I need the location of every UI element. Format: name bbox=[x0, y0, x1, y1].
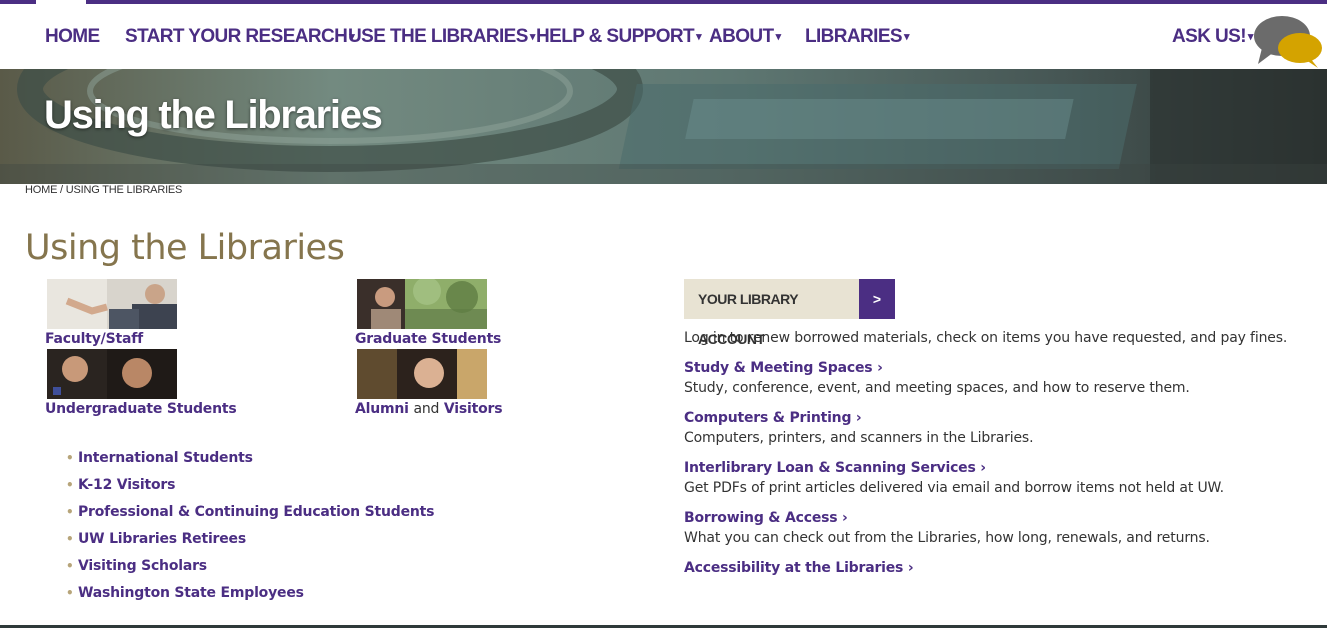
k12-visitors-link[interactable]: K-12 Visitors bbox=[78, 477, 175, 493]
nav-use-the-libraries-label: USE THE LIBRARIES bbox=[348, 26, 528, 47]
study-meeting-spaces-link[interactable]: Study & Meeting Spaces › bbox=[684, 360, 883, 376]
audience-faculty-staff[interactable]: Faculty/Staff bbox=[45, 331, 143, 347]
chevron-down-icon: ▾ bbox=[529, 31, 536, 43]
breadcrumb-current: USING THE LIBRARIES bbox=[65, 184, 183, 196]
faculty-staff-photo[interactable] bbox=[47, 279, 177, 329]
audience-graduate-students[interactable]: Graduate Students bbox=[355, 331, 501, 347]
continuing-education-students-link[interactable]: Professional & Continuing Education Stud… bbox=[78, 504, 434, 520]
nav-use-the-libraries[interactable]: USE THE LIBRARIES ▾ bbox=[348, 26, 535, 48]
chevron-down-icon: ▾ bbox=[696, 31, 702, 43]
nav-libraries-label: LIBRARIES bbox=[805, 26, 903, 47]
graduate-students-photo[interactable] bbox=[357, 279, 487, 329]
interlibrary-loan-link[interactable]: Interlibrary Loan & Scanning Services › bbox=[684, 460, 986, 476]
alumni-visitors-conjunction: and bbox=[413, 401, 440, 417]
nav-home-label: HOME bbox=[45, 26, 100, 47]
chevron-down-icon: ▾ bbox=[775, 31, 782, 43]
breadcrumb: HOME / USING THE LIBRARIES bbox=[25, 184, 182, 196]
nav-home[interactable]: HOME bbox=[45, 26, 100, 48]
library-account-label[interactable]: YOUR LIBRARY ACCOUNT bbox=[684, 279, 859, 347]
alumni-link[interactable]: Alumni bbox=[355, 401, 409, 417]
other-audiences-list: • International Students • K-12 Visitors •… bbox=[66, 450, 434, 612]
study-meeting-spaces-description: Study, conference, event, and meeting sp… bbox=[684, 380, 1190, 396]
washington-state-employees-link[interactable]: Washington State Employees bbox=[78, 585, 304, 601]
audience-undergraduate-students[interactable]: Undergraduate Students bbox=[45, 401, 237, 417]
interlibrary-loan-description: Get PDFs of print articles delivered via… bbox=[684, 480, 1224, 496]
hero-banner: Using the Libraries bbox=[0, 69, 1327, 184]
list-item: • International Students bbox=[66, 450, 434, 477]
nav-help-support[interactable]: HELP & SUPPORT ▾ bbox=[536, 26, 702, 48]
bullet-icon: • bbox=[66, 505, 74, 519]
visitors-link[interactable]: Visitors bbox=[444, 401, 503, 417]
visiting-scholars-link[interactable]: Visiting Scholars bbox=[78, 558, 207, 574]
uw-libraries-retirees-link[interactable]: UW Libraries Retirees bbox=[78, 531, 246, 547]
nav-start-your-research[interactable]: START YOUR RESEARCH ▾ bbox=[125, 26, 355, 48]
page-title: Using the Libraries bbox=[25, 228, 345, 268]
chevron-down-icon: ▾ bbox=[904, 31, 910, 43]
library-account-description: Log in to renew borrowed materials, chec… bbox=[684, 330, 1288, 346]
audience-alumni-visitors: Alumni and Visitors bbox=[355, 401, 503, 417]
nav-help-support-label: HELP & SUPPORT bbox=[536, 26, 695, 47]
international-students-link[interactable]: International Students bbox=[78, 450, 253, 466]
audience-graduate-students-label: Graduate Students bbox=[355, 331, 502, 347]
breadcrumb-separator: / bbox=[57, 184, 66, 196]
borrowing-access-link[interactable]: Borrowing & Access › bbox=[684, 510, 848, 526]
alumni-visitors-photo[interactable] bbox=[357, 349, 487, 399]
library-account-button[interactable]: > bbox=[859, 279, 895, 319]
list-item: • K-12 Visitors bbox=[66, 477, 434, 504]
chat-bubbles-icon[interactable] bbox=[1252, 14, 1324, 70]
main-navigation: HOME START YOUR RESEARCH ▾ USE THE LIBRAR… bbox=[0, 4, 1327, 69]
nav-about-label: ABOUT bbox=[709, 26, 774, 47]
nav-ask-us[interactable]: ASK US! ▾ bbox=[1172, 26, 1253, 48]
nav-start-your-research-label: START YOUR RESEARCH bbox=[125, 26, 348, 47]
list-item: • UW Libraries Retirees bbox=[66, 531, 434, 558]
bullet-icon: • bbox=[66, 559, 74, 573]
bullet-icon: • bbox=[66, 451, 74, 465]
bullet-icon: • bbox=[66, 478, 74, 492]
audience-undergraduate-students-label: Undergraduate Students bbox=[45, 401, 237, 417]
undergraduate-students-photo[interactable] bbox=[47, 349, 177, 399]
list-item: • Professional & Continuing Education Stu… bbox=[66, 504, 434, 531]
borrowing-access-description: What you can check out from the Librarie… bbox=[684, 530, 1210, 546]
computers-printing-description: Computers, printers, and scanners in the… bbox=[684, 430, 1034, 446]
computers-printing-link[interactable]: Computers & Printing › bbox=[684, 410, 862, 426]
nav-libraries[interactable]: LIBRARIES ▾ bbox=[805, 26, 910, 48]
library-account-box: YOUR LIBRARY ACCOUNT > bbox=[684, 279, 895, 347]
bullet-icon: • bbox=[66, 586, 74, 600]
list-item: • Washington State Employees bbox=[66, 585, 434, 612]
bullet-icon: • bbox=[66, 532, 74, 546]
accessibility-link[interactable]: Accessibility at the Libraries › bbox=[684, 560, 914, 576]
nav-about[interactable]: ABOUT ▾ bbox=[709, 26, 782, 48]
nav-ask-us-label: ASK US! bbox=[1172, 26, 1247, 47]
audience-faculty-staff-label: Faculty/Staff bbox=[45, 331, 143, 347]
list-item: • Visiting Scholars bbox=[66, 558, 434, 585]
breadcrumb-home-link[interactable]: HOME bbox=[25, 184, 57, 196]
hero-title: Using the Libraries bbox=[44, 93, 383, 137]
